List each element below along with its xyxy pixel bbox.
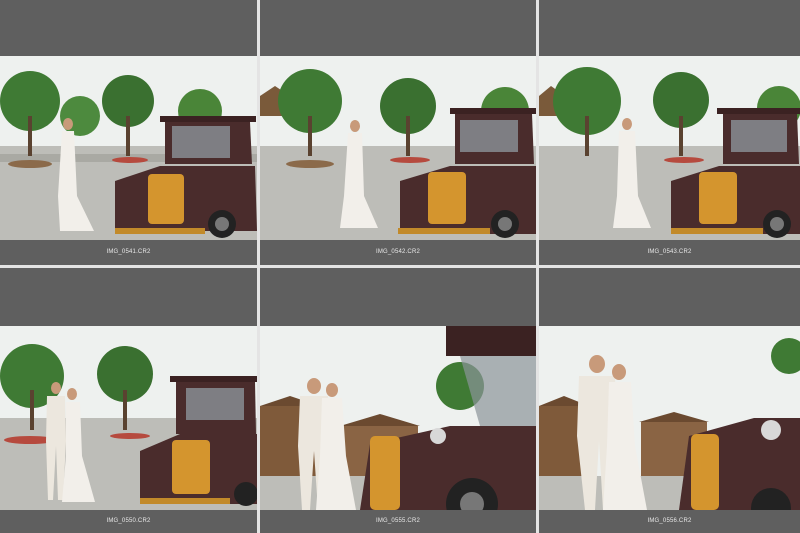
- thumbnail-filename: IMG_0556.CR2: [647, 518, 692, 524]
- thumbnail-filename: IMG_0541.CR2: [106, 249, 151, 255]
- photo-thumbnail[interactable]: [539, 56, 800, 240]
- thumbnail-filename: IMG_0550.CR2: [106, 518, 151, 524]
- thumbnail-filename: IMG_0543.CR2: [647, 249, 692, 255]
- photo-thumbnail[interactable]: [260, 326, 536, 510]
- thumbnail-cell[interactable]: IMG_0550.CR2: [0, 268, 257, 533]
- thumbnail-cell[interactable]: IMG_0542.CR2: [260, 0, 536, 265]
- photo-thumbnail[interactable]: [0, 326, 257, 510]
- thumbnail-cell[interactable]: IMG_0556.CR2: [539, 268, 800, 533]
- thumbnail-filename: IMG_0542.CR2: [375, 249, 421, 255]
- thumbnail-grid: IMG_0541.CR2 IMG_0542.CR2 IMG_0543.CR2 I…: [0, 0, 800, 533]
- photo-thumbnail[interactable]: [539, 326, 800, 510]
- photo-thumbnail[interactable]: [260, 56, 536, 240]
- thumbnail-cell[interactable]: IMG_0541.CR2: [0, 0, 257, 265]
- thumbnail-filename: IMG_0555.CR2: [375, 518, 421, 524]
- thumbnail-cell[interactable]: IMG_0543.CR2: [539, 0, 800, 265]
- thumbnail-cell[interactable]: IMG_0555.CR2: [260, 268, 536, 533]
- photo-thumbnail[interactable]: [0, 56, 257, 240]
